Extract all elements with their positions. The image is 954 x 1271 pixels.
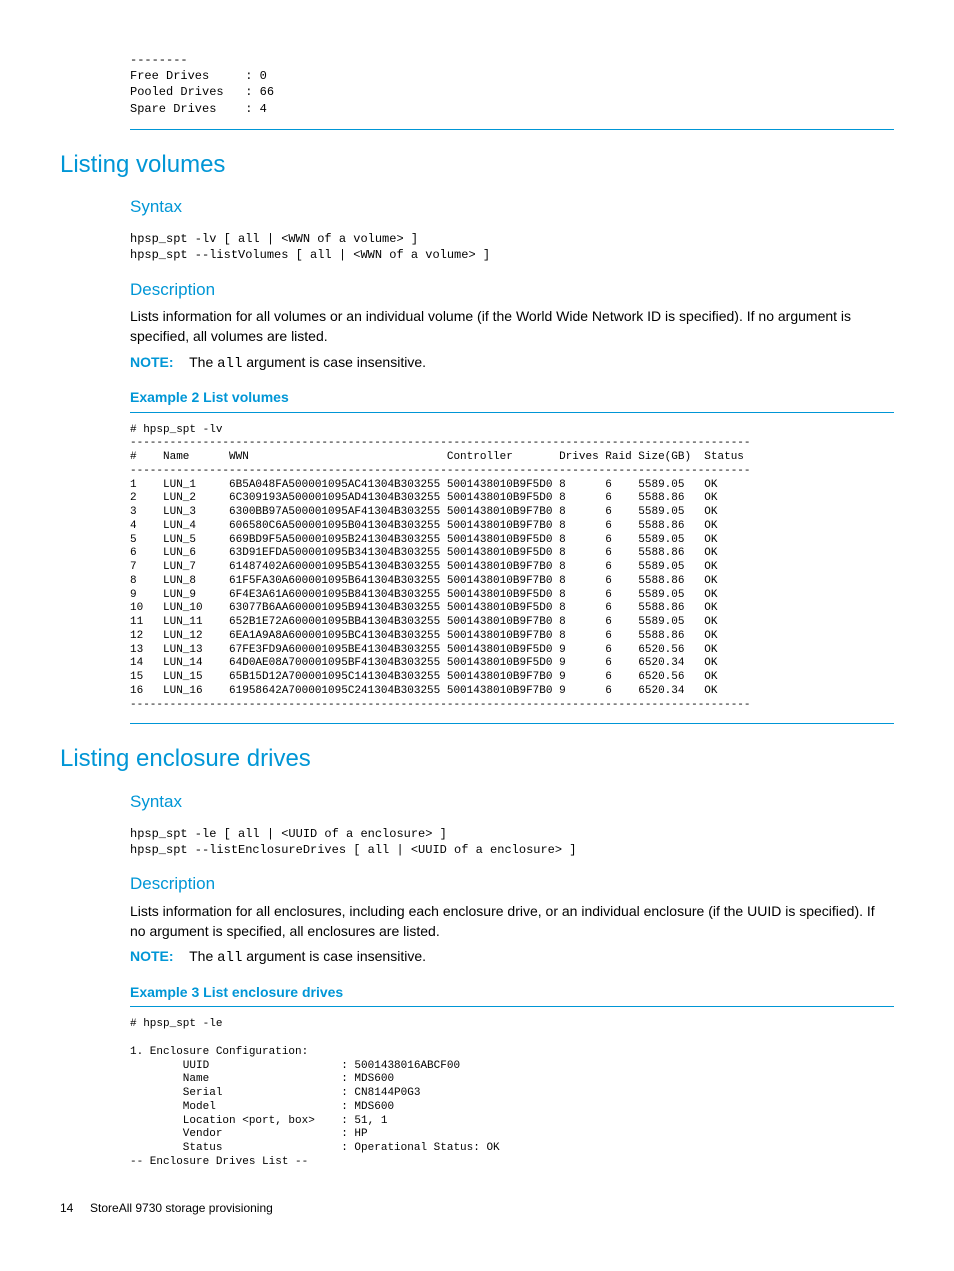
note-le: NOTE: The all argument is case insensiti…	[130, 947, 894, 969]
drives-summary: -------- Free Drives : 0 Pooled Drives :…	[130, 52, 894, 130]
description-heading: Description	[130, 872, 894, 896]
example-3-heading: Example 3 List enclosure drives	[130, 983, 894, 1003]
note-code: all	[217, 356, 242, 372]
note-code: all	[217, 950, 242, 966]
example-2-heading: Example 2 List volumes	[130, 388, 894, 408]
horizontal-rule	[130, 1006, 894, 1007]
section-listing-volumes: Listing volumes	[60, 148, 894, 182]
page-footer: 14 StoreAll 9730 storage provisioning	[60, 1200, 894, 1217]
horizontal-rule	[130, 723, 894, 724]
horizontal-rule	[130, 129, 894, 130]
syntax-heading: Syntax	[130, 790, 894, 814]
note-text-prefix: The	[189, 354, 217, 370]
note-text-suffix: argument is case insensitive.	[242, 948, 426, 964]
note-text-prefix: The	[189, 948, 217, 964]
section-listing-enclosure: Listing enclosure drives	[60, 742, 894, 776]
drives-summary-text: -------- Free Drives : 0 Pooled Drives :…	[130, 52, 894, 117]
footer-title: StoreAll 9730 storage provisioning	[90, 1201, 273, 1215]
syntax-code-lv: hpsp_spt -lv [ all | <WWN of a volume> ]…	[130, 231, 894, 263]
syntax-code-le: hpsp_spt -le [ all | <UUID of a enclosur…	[130, 826, 894, 858]
note-label: NOTE:	[130, 354, 174, 370]
description-text-le: Lists information for all enclosures, in…	[130, 902, 894, 941]
horizontal-rule	[130, 412, 894, 413]
syntax-heading: Syntax	[130, 195, 894, 219]
note-text-suffix: argument is case insensitive.	[242, 354, 426, 370]
example-2-output: # hpsp_spt -lv -------------------------…	[130, 424, 894, 713]
page-number: 14	[60, 1201, 73, 1215]
note-lv: NOTE: The all argument is case insensiti…	[130, 353, 894, 375]
description-heading: Description	[130, 278, 894, 302]
description-text-lv: Lists information for all volumes or an …	[130, 307, 894, 346]
note-label: NOTE:	[130, 948, 174, 964]
example-3-output: # hpsp_spt -le 1. Enclosure Configuratio…	[130, 1018, 894, 1169]
